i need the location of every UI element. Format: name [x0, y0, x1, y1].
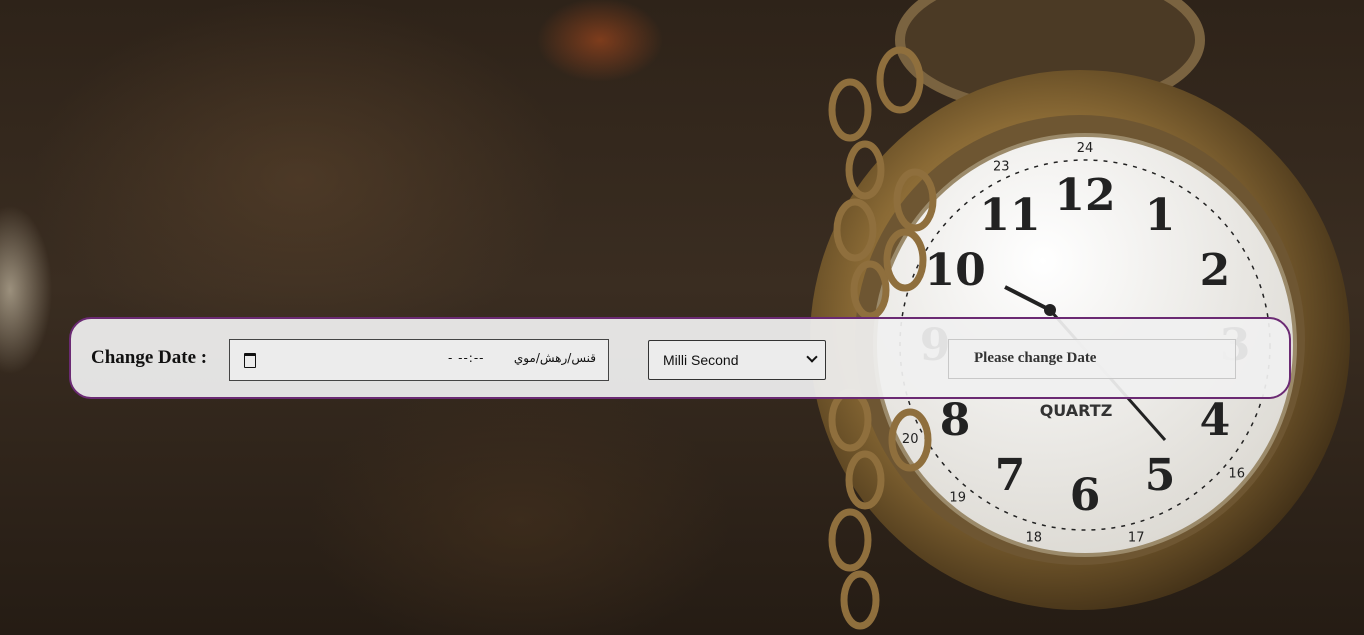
- watch-hour-numeral: 12: [1054, 170, 1115, 221]
- watch-hour-numeral: 8: [940, 395, 971, 446]
- watch-brand-text: QUARTZ: [1040, 401, 1113, 420]
- watch-ring-numeral: 19: [949, 491, 966, 506]
- result-output: Please change Date: [948, 339, 1236, 379]
- unit-select-value: Milli Second: [663, 352, 739, 368]
- unit-select[interactable]: Milli Second: [648, 340, 826, 380]
- watch-ring-numeral: 20: [902, 432, 919, 447]
- change-date-panel: Change Date : - --:-- قنس/رهش/موي Milli …: [69, 317, 1291, 399]
- date-input-date-placeholder: قنس/رهش/موي: [513, 351, 596, 365]
- watch-ring-numeral: 18: [1026, 530, 1043, 545]
- watch-ring-numeral: 24: [1077, 141, 1094, 156]
- watch-hour-numeral: 5: [1145, 450, 1176, 501]
- watch-ring-numeral: 23: [993, 160, 1010, 175]
- chevron-down-icon: [806, 351, 818, 363]
- watch-hour-numeral: 1: [1145, 190, 1176, 241]
- result-text: Please change Date: [974, 350, 1097, 366]
- watch-hour-numeral: 4: [1200, 395, 1231, 446]
- watch-ring-numeral: 16: [1228, 466, 1245, 481]
- date-input-time-placeholder: - --:--: [448, 351, 485, 365]
- change-date-label: Change Date :: [91, 347, 208, 368]
- date-input[interactable]: - --:-- قنس/رهش/موي: [229, 339, 609, 381]
- watch-hour-numeral: 6: [1070, 470, 1101, 521]
- watch-hour-numeral: 7: [995, 450, 1026, 501]
- watch-hour-numeral: 11: [979, 190, 1040, 241]
- watch-ring-numeral: 17: [1128, 530, 1145, 545]
- calendar-icon[interactable]: [244, 353, 256, 368]
- watch-hour-numeral: 2: [1200, 245, 1231, 296]
- watch-hour-numeral: 10: [924, 245, 985, 296]
